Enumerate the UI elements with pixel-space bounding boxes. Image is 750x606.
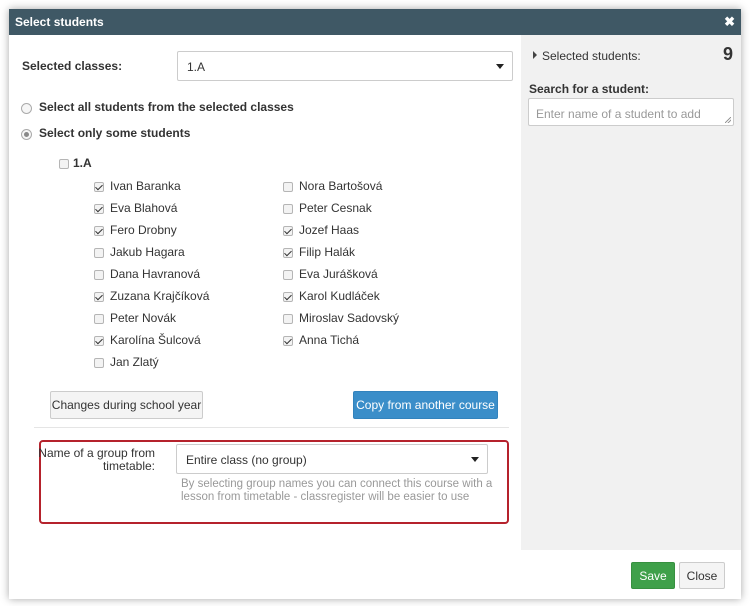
- class-checkbox-1a[interactable]: [59, 159, 69, 169]
- changes-during-school-year-button[interactable]: Changes during school year: [50, 391, 203, 419]
- group-select[interactable]: Entire class (no group): [176, 444, 488, 474]
- student-name: Dana Havranová: [110, 267, 201, 281]
- student-name: Filip Halák: [299, 245, 356, 259]
- student-name: Jan Zlatý: [110, 355, 159, 369]
- student-name: Peter Cesnak: [299, 201, 372, 215]
- student-checkbox[interactable]: [283, 336, 293, 346]
- student-checkbox[interactable]: [94, 204, 104, 214]
- student-checkbox[interactable]: [94, 226, 104, 236]
- radio-select-all[interactable]: [21, 103, 32, 114]
- student-checkbox[interactable]: [94, 292, 104, 302]
- search-student-input[interactable]: Enter name of a student to add: [528, 98, 734, 126]
- selected-students-count: 9: [723, 44, 734, 64]
- copy-from-another-course-button[interactable]: Copy from another course: [353, 391, 498, 419]
- student-checkbox[interactable]: [283, 314, 293, 324]
- group-label-line2: timetable:: [102, 459, 155, 473]
- student-name: Karol Kudláček: [299, 289, 380, 303]
- dialog-footer: Save Close: [9, 550, 741, 599]
- student-name: Zuzana Krajčíková: [110, 289, 210, 303]
- sidebar: Selected students: 9 Search for a studen…: [521, 35, 741, 550]
- chevron-down-icon: [496, 64, 504, 69]
- selected-classes-select[interactable]: 1.A: [177, 51, 513, 81]
- selected-classes-value: 1.A: [187, 60, 206, 74]
- class-group-label: 1.A: [73, 156, 92, 170]
- selected-students-label[interactable]: Selected students:: [542, 49, 641, 63]
- group-help-line2: lesson from timetable - classregister wi…: [181, 491, 470, 503]
- student-checkbox[interactable]: [283, 248, 293, 258]
- student-name: Nora Bartošová: [299, 179, 383, 193]
- student-checkbox[interactable]: [283, 226, 293, 236]
- dialog-title: Select students: [15, 15, 104, 29]
- student-checkbox[interactable]: [94, 270, 104, 280]
- group-help-line1: By selecting group names you can connect…: [181, 478, 493, 490]
- select-students-dialog: Select students ✖ Selected classes: 1.A …: [9, 9, 741, 599]
- student-name: Eva Blahová: [110, 201, 178, 215]
- caret-right-icon[interactable]: [533, 51, 537, 59]
- close-button[interactable]: Close: [679, 562, 725, 589]
- student-checkbox[interactable]: [94, 248, 104, 258]
- save-button[interactable]: Save: [631, 562, 675, 589]
- group-select-value: Entire class (no group): [186, 453, 307, 467]
- select-all-label: Select all students from the selected cl…: [39, 100, 294, 114]
- student-checkbox[interactable]: [94, 336, 104, 346]
- student-checkbox[interactable]: [94, 182, 104, 192]
- student-checkbox[interactable]: [94, 358, 104, 368]
- selected-classes-label: Selected classes:: [22, 59, 123, 73]
- student-name: Miroslav Sadovský: [299, 311, 400, 325]
- divider: [34, 427, 509, 428]
- radio-select-some[interactable]: [21, 129, 32, 140]
- student-name: Karolína Šulcová: [110, 333, 201, 347]
- resize-grip-icon[interactable]: [725, 117, 731, 123]
- search-student-placeholder: Enter name of a student to add: [536, 107, 701, 121]
- select-some-label: Select only some students: [39, 126, 191, 140]
- student-name: Ivan Baranka: [110, 179, 181, 193]
- student-name: Eva Jurášková: [299, 267, 378, 281]
- student-checkbox[interactable]: [283, 182, 293, 192]
- group-label-line1: Name of a group from: [38, 446, 155, 460]
- student-checkbox[interactable]: [283, 292, 293, 302]
- student-name: Anna Tichá: [299, 333, 360, 347]
- close-icon[interactable]: ✖: [724, 14, 735, 30]
- student-name: Fero Drobny: [110, 223, 177, 237]
- dialog-titlebar: Select students ✖: [9, 9, 741, 35]
- student-name: Peter Novák: [110, 311, 177, 325]
- student-checkbox[interactable]: [283, 270, 293, 280]
- chevron-down-icon: [471, 457, 479, 462]
- student-name: Jozef Haas: [299, 223, 360, 237]
- student-checkbox[interactable]: [94, 314, 104, 324]
- search-student-label: Search for a student:: [529, 82, 650, 96]
- student-name: Jakub Hagara: [110, 245, 185, 259]
- student-checkbox[interactable]: [283, 204, 293, 214]
- main-panel: Selected classes: 1.A Select all student…: [9, 35, 521, 550]
